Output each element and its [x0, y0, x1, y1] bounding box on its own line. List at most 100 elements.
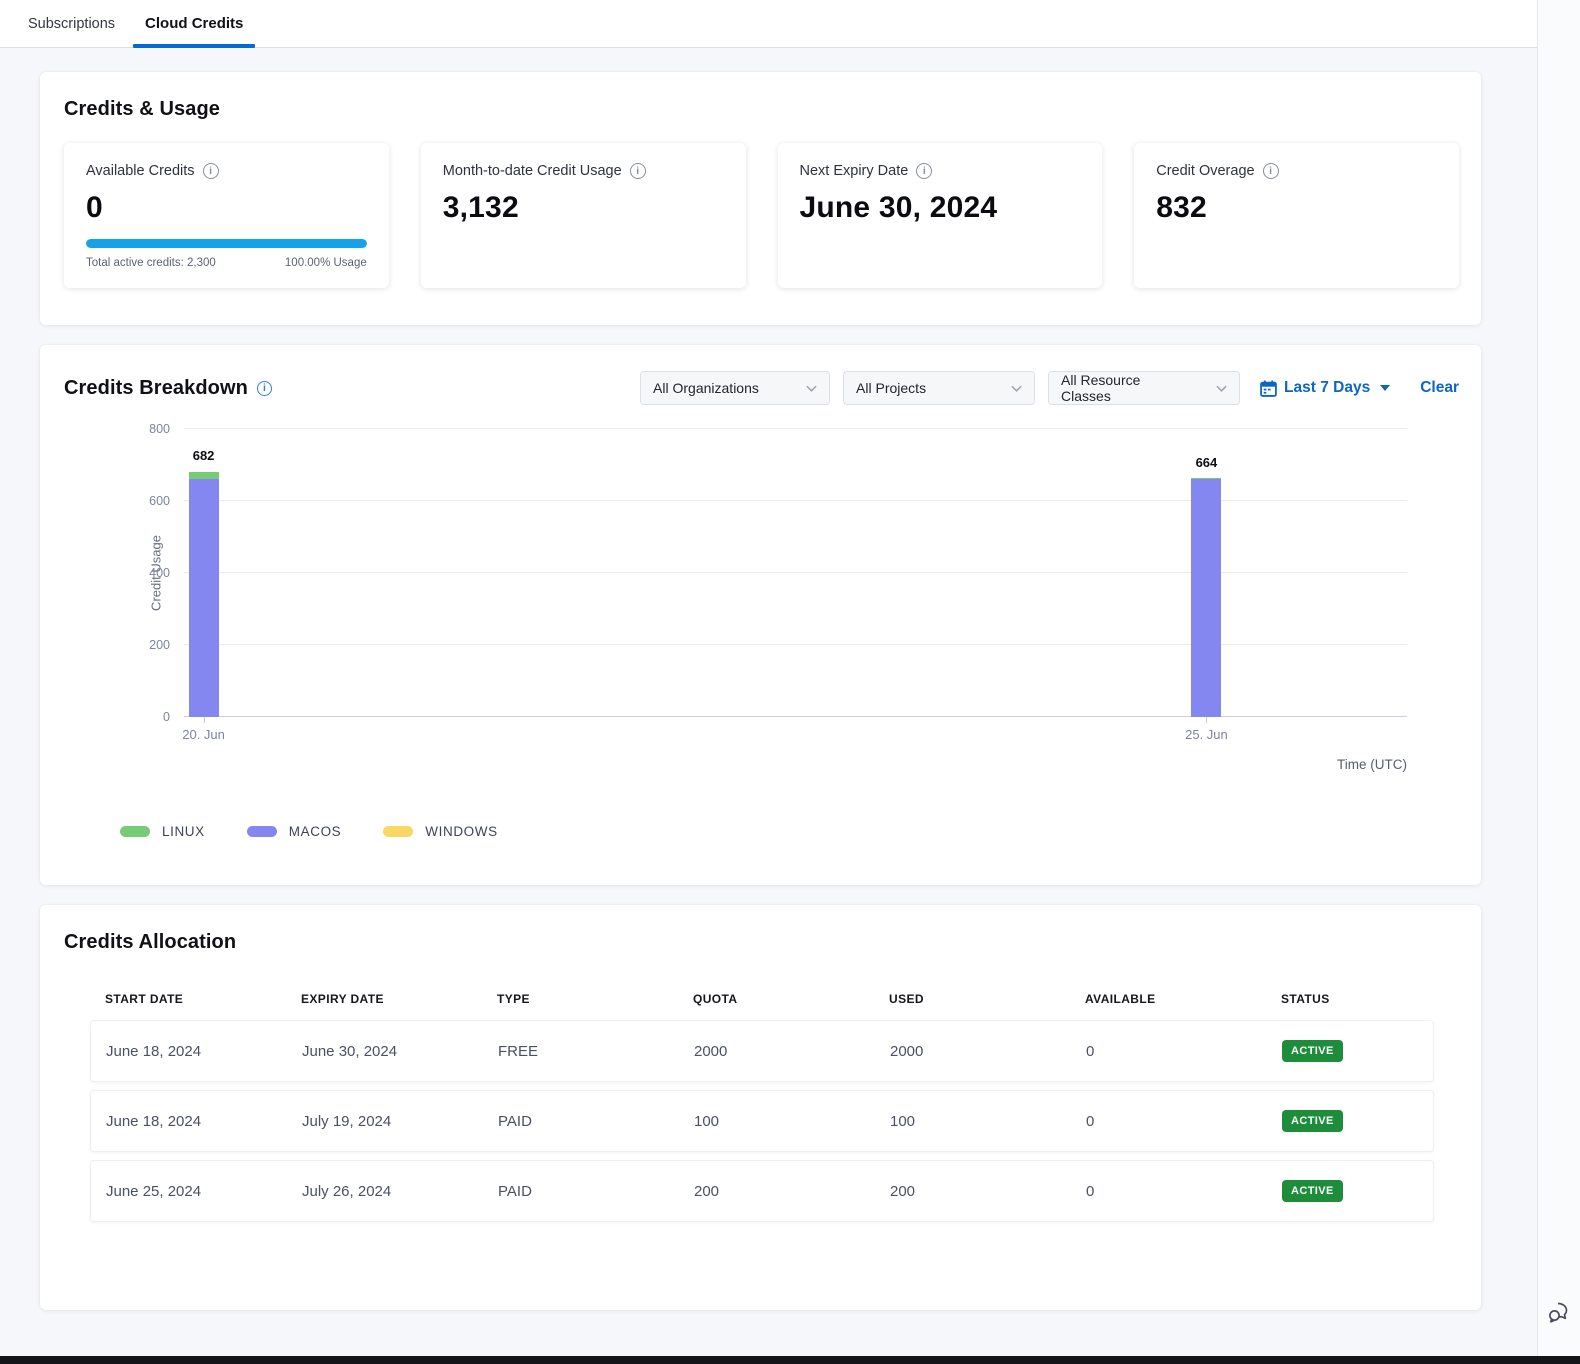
credits-progress-track [86, 239, 367, 248]
clear-filters-button[interactable]: Clear [1420, 379, 1459, 397]
cell-quota: 100 [694, 1113, 890, 1130]
bar-segment-linux [189, 472, 219, 480]
cell-used: 100 [890, 1113, 1086, 1130]
y-tick-label: 800 [149, 422, 170, 436]
gridline [184, 572, 1407, 573]
active-tab-indicator [133, 44, 255, 48]
cell-quota: 2000 [694, 1043, 890, 1060]
resource-classes-select[interactable]: All Resource Classes [1048, 371, 1240, 405]
column-header-status: STATUS [1281, 992, 1434, 1006]
credits-progress-meta: Total active credits: 2,300 100.00% Usag… [86, 257, 367, 269]
table-row: June 18, 2024June 30, 2024FREE200020000A… [90, 1020, 1434, 1082]
allocation-table-header: START DATEEXPIRY DATETYPEQUOTAUSEDAVAILA… [90, 992, 1434, 1020]
breakdown-title-wrap: Credits Breakdown [64, 377, 272, 400]
column-header-type: TYPE [497, 992, 693, 1006]
x-tick-label: 20. Jun [164, 727, 244, 742]
credit-overage-value: 832 [1156, 191, 1437, 225]
y-tick-label: 0 [163, 710, 170, 724]
legend-label: WINDOWS [425, 824, 497, 839]
legend-swatch-windows [383, 826, 413, 837]
info-icon[interactable] [630, 163, 646, 179]
right-side-strip [1537, 0, 1580, 1364]
status-badge: ACTIVE [1282, 1040, 1343, 1062]
credits-progress-fill [86, 239, 367, 248]
total-active-credits-text: Total active credits: 2,300 [86, 257, 216, 269]
bottom-window-bar [0, 1356, 1580, 1364]
cell-expiry: July 26, 2024 [302, 1183, 498, 1200]
gridline [184, 428, 1407, 429]
next-expiry-label: Next Expiry Date [800, 163, 909, 179]
legend-label: MACOS [289, 824, 342, 839]
chevron-down-icon [806, 385, 817, 392]
chat-bubbles-icon[interactable] [1545, 1298, 1573, 1326]
cell-type: FREE [498, 1043, 694, 1060]
bar-20-jun [189, 429, 219, 717]
cell-available: 0 [1086, 1043, 1282, 1060]
plot-area: Credit Usage Time (UTC) 0200400600800682… [184, 429, 1407, 717]
tab-bar: Subscriptions Cloud Credits [0, 0, 1537, 48]
breakdown-header: Credits Breakdown All Organizations All … [64, 371, 1459, 405]
tab-cloud-credits[interactable]: Cloud Credits [139, 0, 249, 47]
next-expiry-label-row: Next Expiry Date [800, 163, 1081, 179]
next-expiry-value: June 30, 2024 [800, 191, 1081, 225]
info-icon[interactable] [916, 163, 932, 179]
gridline [184, 644, 1407, 645]
info-icon[interactable] [1263, 163, 1279, 179]
tab-subscriptions[interactable]: Subscriptions [22, 0, 121, 47]
legend-swatch-macos [247, 826, 277, 837]
organizations-select-value: All Organizations [653, 380, 759, 396]
x-tick [1206, 717, 1207, 723]
credit-overage-label-row: Credit Overage [1156, 163, 1437, 179]
cell-status: ACTIVE [1282, 1180, 1433, 1202]
cell-quota: 200 [694, 1183, 890, 1200]
x-axis-title: Time (UTC) [1337, 757, 1407, 772]
main-column: Subscriptions Cloud Credits Credits & Us… [0, 0, 1537, 1364]
cell-expiry: July 19, 2024 [302, 1113, 498, 1130]
legend-item-linux[interactable]: LINUX [120, 824, 205, 839]
column-header-quota: QUOTA [693, 992, 889, 1006]
available-credits-label-row: Available Credits [86, 163, 367, 179]
mtd-usage-label: Month-to-date Credit Usage [443, 163, 622, 179]
cell-available: 0 [1086, 1183, 1282, 1200]
y-tick-label: 600 [149, 494, 170, 508]
projects-select-value: All Projects [856, 380, 926, 396]
column-header-expiry-date: EXPIRY DATE [301, 992, 497, 1006]
status-badge: ACTIVE [1282, 1110, 1343, 1132]
projects-select[interactable]: All Projects [843, 371, 1035, 405]
chevron-down-icon [1216, 385, 1227, 392]
stat-card-row: Available Credits 0 Total active credits… [64, 143, 1459, 288]
mtd-usage-card: Month-to-date Credit Usage 3,132 [421, 143, 746, 288]
mtd-usage-label-row: Month-to-date Credit Usage [443, 163, 724, 179]
available-credits-card: Available Credits 0 Total active credits… [64, 143, 389, 288]
page-content: Credits & Usage Available Credits 0 Tota… [0, 48, 1537, 1310]
bar-value-label: 664 [1176, 455, 1236, 470]
table-row: June 18, 2024July 19, 2024PAID1001000ACT… [90, 1090, 1434, 1152]
bar-segment-macos [189, 479, 219, 717]
credits-usage-title: Credits & Usage [64, 98, 1459, 121]
cell-type: PAID [498, 1113, 694, 1130]
date-range-picker[interactable]: Last 7 Days [1260, 379, 1390, 397]
info-icon[interactable] [257, 381, 272, 396]
legend-label: LINUX [162, 824, 205, 839]
tab-subscriptions-label: Subscriptions [28, 16, 115, 32]
y-tick-label: 400 [149, 566, 170, 580]
legend-item-windows[interactable]: WINDOWS [383, 824, 497, 839]
mtd-usage-value: 3,132 [443, 191, 724, 225]
cell-expiry: June 30, 2024 [302, 1043, 498, 1060]
legend-item-macos[interactable]: MACOS [247, 824, 342, 839]
organizations-select[interactable]: All Organizations [640, 371, 830, 405]
tab-cloud-credits-label: Cloud Credits [145, 15, 243, 32]
breakdown-filters: All Organizations All Projects All Resou… [627, 371, 1459, 405]
column-header-used: USED [889, 992, 1085, 1006]
bar-value-label: 682 [174, 448, 234, 463]
table-row: June 25, 2024July 26, 2024PAID2002000ACT… [90, 1160, 1434, 1222]
info-icon[interactable] [203, 163, 219, 179]
status-badge: ACTIVE [1282, 1180, 1343, 1202]
gridline [184, 500, 1407, 501]
cell-used: 200 [890, 1183, 1086, 1200]
date-range-value: Last 7 Days [1284, 379, 1370, 397]
calendar-icon [1260, 380, 1277, 397]
credit-overage-label: Credit Overage [1156, 163, 1254, 179]
credits-usage-card: Credits & Usage Available Credits 0 Tota… [40, 72, 1481, 325]
chart-legend: LINUX MACOS WINDOWS [120, 824, 1459, 839]
